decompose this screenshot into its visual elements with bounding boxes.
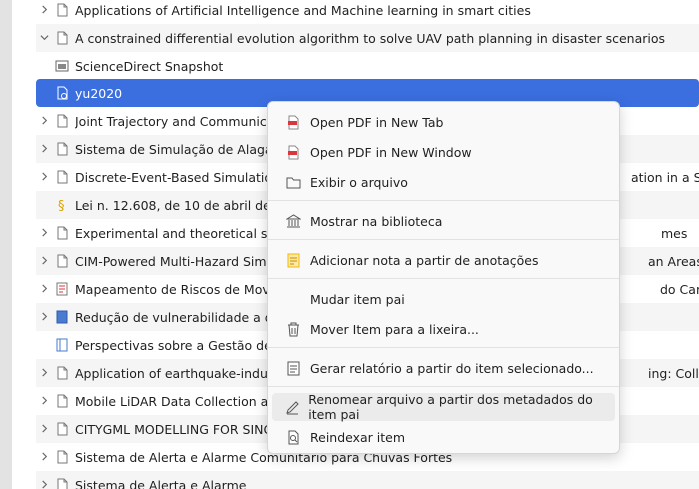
row-title-tail: an Areas: [648, 253, 699, 269]
document-icon: [54, 253, 70, 269]
document-icon: [54, 2, 70, 18]
row-title: Joint Trajectory and Communicati: [75, 113, 283, 129]
row-title: Lei n. 12.608, de 10 de abril de 20: [75, 197, 291, 213]
pencil-icon: [284, 398, 300, 416]
tree-row[interactable]: Applications of Artificial Intelligence …: [36, 0, 699, 24]
chevron-right-icon[interactable]: [36, 311, 52, 324]
row-title: Mapeamento de Riscos de Movim: [75, 281, 286, 297]
chevron-right-icon[interactable]: [36, 227, 52, 240]
note-icon: [284, 251, 302, 269]
chevron-right-icon[interactable]: [36, 143, 52, 156]
menu-item-label: Renomear arquivo a partir dos metadados …: [308, 392, 593, 422]
menu-item-move-to-trash[interactable]: Mover Item para a lixeira...: [272, 315, 615, 343]
row-title: yu2020: [75, 85, 123, 101]
tree-row[interactable]: A constrained differential evolution alg…: [36, 24, 699, 52]
chevron-right-icon[interactable]: [36, 367, 52, 380]
context-menu: Open PDF in New Tab Open PDF in New Wind…: [267, 101, 620, 454]
document-icon: [54, 477, 70, 489]
menu-separator: [268, 278, 619, 279]
menu-item-generate-report[interactable]: Gerar relatório a partir do item selecio…: [272, 354, 615, 382]
menu-item-label: Exibir o arquivo: [310, 174, 408, 190]
row-title: CIM-Powered Multi-Hazard Simul: [75, 253, 278, 269]
menu-item-label: Gerar relatório a partir do item selecio…: [310, 360, 594, 376]
library-icon: [284, 212, 302, 230]
chevron-right-icon[interactable]: [36, 4, 52, 17]
menu-item-change-parent[interactable]: Mudar item pai: [272, 285, 615, 313]
document-icon: [54, 30, 70, 46]
document-icon: [54, 225, 70, 241]
report-icon: [54, 281, 70, 297]
svg-text:§: §: [58, 199, 65, 212]
document-icon: [54, 141, 70, 157]
menu-item-label: Open PDF in New Tab: [310, 114, 444, 130]
report-icon: [284, 359, 302, 377]
menu-item-reindex[interactable]: Reindexar item: [272, 423, 615, 451]
row-title: Discrete-Event-Based Simulation M: [75, 169, 295, 185]
tree-row[interactable]: Sistema de Alerta e Alarme: [36, 471, 699, 489]
snapshot-icon: [54, 58, 70, 74]
row-title: ScienceDirect Snapshot: [75, 58, 224, 74]
chevron-right-icon[interactable]: [36, 395, 52, 408]
chevron-right-icon[interactable]: [36, 115, 52, 128]
pdf-icon: [284, 143, 302, 161]
row-title-tail: mes: [661, 225, 688, 241]
row-title: CITYGML MODELLING FOR SINGA: [75, 421, 282, 437]
menu-separator: [268, 200, 619, 201]
menu-item-show-file[interactable]: Exibir o arquivo: [272, 168, 615, 196]
menu-item-label: Reindexar item: [310, 429, 406, 445]
menu-item-add-note-from-annotations[interactable]: Adicionar nota a partir de anotações: [272, 246, 615, 274]
row-title: A constrained differential evolution alg…: [75, 30, 666, 46]
pdf-link-icon: [54, 85, 70, 101]
trash-icon: [284, 320, 302, 338]
left-pane-edge: [0, 0, 12, 489]
chevron-right-icon[interactable]: [36, 423, 52, 436]
row-title: Redução de vulnerabilidade a de: [75, 309, 281, 325]
document-icon: [54, 393, 70, 409]
menu-item-label: Adicionar nota a partir de anotações: [310, 252, 539, 268]
chevron-right-icon[interactable]: [36, 451, 52, 464]
chevron-right-icon[interactable]: [36, 479, 52, 489]
menu-separator: [268, 347, 619, 348]
row-title: Experimental and theoretical stud: [75, 225, 289, 241]
menu-item-label: Mostrar na biblioteca: [310, 213, 443, 229]
menu-separator: [268, 239, 619, 240]
menu-item-show-in-library[interactable]: Mostrar na biblioteca: [272, 207, 615, 235]
folder-icon: [284, 173, 302, 191]
row-title: Perspectivas sobre a Gestão de R: [75, 337, 285, 353]
document-icon: [54, 449, 70, 465]
document-icon: [54, 421, 70, 437]
menu-item-open-pdf-new-window[interactable]: Open PDF in New Window: [272, 138, 615, 166]
chevron-right-icon[interactable]: [36, 255, 52, 268]
book-section-icon: [54, 337, 70, 353]
pdf-icon: [284, 113, 302, 131]
menu-item-label: Open PDF in New Window: [310, 144, 472, 160]
row-title: Sistema de Simulação de Alagam: [75, 141, 285, 157]
menu-item-open-pdf-new-tab[interactable]: Open PDF in New Tab: [272, 108, 615, 136]
chevron-right-icon[interactable]: [36, 283, 52, 296]
document-icon: [54, 113, 70, 129]
menu-item-label: Mudar item pai: [310, 291, 405, 307]
row-title: Application of earthquake-induce: [75, 365, 283, 381]
row-title-tail: ation in a Sma: [631, 169, 699, 185]
row-title-tail: do Campo: [660, 281, 699, 297]
book-icon: [54, 309, 70, 325]
document-icon: [54, 169, 70, 185]
tree-row[interactable]: ScienceDirect Snapshot: [36, 52, 699, 80]
menu-separator: [268, 386, 619, 387]
reindex-icon: [284, 428, 302, 446]
row-title: Mobile LiDAR Data Collection and: [75, 393, 285, 409]
row-title: Applications of Artificial Intelligence …: [75, 2, 531, 18]
menu-item-label: Mover Item para a lixeira...: [310, 321, 479, 337]
row-title: Sistema de Alerta e Alarme: [75, 477, 247, 489]
menu-item-rename-from-metadata[interactable]: Renomear arquivo a partir dos metadados …: [272, 392, 615, 422]
chevron-down-icon[interactable]: [36, 32, 52, 45]
statute-icon: §: [54, 197, 70, 213]
chevron-right-icon[interactable]: [36, 171, 52, 184]
document-icon: [54, 365, 70, 381]
row-title-tail: ing: Collapse: [648, 365, 699, 381]
